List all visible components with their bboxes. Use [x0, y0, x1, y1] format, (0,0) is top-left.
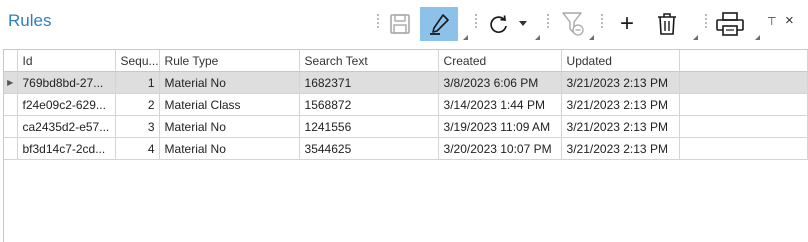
refresh-dropdown-corner[interactable]: [535, 35, 540, 40]
save-icon: [390, 14, 410, 34]
edit-button[interactable]: [420, 7, 458, 41]
cell-id[interactable]: 769bd8bd-27...: [17, 71, 116, 94]
filter-clear-button[interactable]: [558, 7, 588, 41]
delete-dropdown-corner[interactable]: [693, 35, 698, 40]
cell-search-text[interactable]: 1568872: [299, 93, 439, 116]
toolbar-separator: [601, 14, 603, 28]
pencil-edit-icon: [430, 14, 449, 35]
table-header-row: Id Sequ... Rule Type Search Text Created…: [4, 50, 808, 72]
cell-created[interactable]: 3/20/2023 10:07 PM: [438, 137, 562, 160]
cell-created[interactable]: 3/14/2023 1:44 PM: [438, 93, 562, 116]
pin-button[interactable]: ⊤: [767, 15, 777, 28]
cell-filler: [679, 115, 808, 138]
toolbar-separator: [377, 14, 379, 28]
column-header-rule-type[interactable]: Rule Type: [159, 50, 300, 72]
column-header-sequence[interactable]: Sequ...: [115, 50, 160, 72]
add-button[interactable]: +: [614, 7, 640, 41]
cell-search-text[interactable]: 1241556: [299, 115, 439, 138]
filter-dropdown-corner[interactable]: [589, 35, 594, 40]
cell-updated[interactable]: 3/21/2023 2:13 PM: [561, 115, 680, 138]
cell-filler: [679, 93, 808, 116]
print-dropdown-corner[interactable]: [755, 35, 760, 40]
cell-id[interactable]: bf3d14c7-2cd...: [17, 137, 116, 160]
refresh-dropdown[interactable]: [516, 7, 530, 41]
cell-search-text[interactable]: 1682371: [299, 71, 439, 94]
row-indicator-icon[interactable]: ▶: [4, 71, 18, 94]
toolbar-separator: [705, 14, 707, 28]
refresh-icon: [490, 15, 507, 33]
cell-updated[interactable]: 3/21/2023 2:13 PM: [561, 71, 680, 94]
row-header[interactable]: [4, 137, 18, 160]
cell-rule-type[interactable]: Material No: [159, 115, 300, 138]
column-header-created[interactable]: Created: [438, 50, 562, 72]
cell-created[interactable]: 3/8/2023 6:06 PM: [438, 71, 562, 94]
print-button[interactable]: [712, 7, 748, 41]
edit-dropdown-corner[interactable]: [463, 35, 468, 40]
panel-title: Rules: [8, 11, 52, 30]
refresh-button[interactable]: [484, 7, 514, 41]
column-header-search-text[interactable]: Search Text: [299, 50, 439, 72]
cell-id[interactable]: f24e09c2-629...: [17, 93, 116, 116]
close-button[interactable]: ×: [785, 12, 794, 29]
trash-icon: [658, 13, 676, 35]
rules-grid[interactable]: Id Sequ... Rule Type Search Text Created…: [3, 49, 808, 242]
save-button[interactable]: [384, 7, 416, 41]
panel-header: Rules + ⊤ ×: [0, 0, 808, 46]
table-row[interactable]: bf3d14c7-2cd... 4 Material No 3544625 3/…: [4, 137, 808, 160]
cell-sequence[interactable]: 4: [115, 137, 160, 160]
cell-sequence[interactable]: 2: [115, 93, 160, 116]
cell-created[interactable]: 3/19/2023 11:09 AM: [438, 115, 562, 138]
cell-filler: [679, 71, 808, 94]
toolbar-separator: [475, 14, 477, 28]
row-header-corner: [4, 50, 18, 72]
toolbar-separator: [547, 14, 549, 28]
cell-rule-type[interactable]: Material No: [159, 137, 300, 160]
table-row[interactable]: ▶ 769bd8bd-27... 1 Material No 1682371 3…: [4, 71, 808, 94]
column-header-filler: [679, 50, 808, 72]
table-row[interactable]: ca2435d2-e57... 3 Material No 1241556 3/…: [4, 115, 808, 138]
cell-filler: [679, 137, 808, 160]
printer-icon: [716, 12, 744, 36]
column-header-id[interactable]: Id: [17, 50, 116, 72]
cell-updated[interactable]: 3/21/2023 2:13 PM: [561, 93, 680, 116]
cell-search-text[interactable]: 3544625: [299, 137, 439, 160]
chevron-down-icon: [519, 21, 527, 26]
rules-table: Id Sequ... Rule Type Search Text Created…: [4, 50, 808, 160]
cell-sequence[interactable]: 1: [115, 71, 160, 94]
delete-button[interactable]: [652, 7, 682, 41]
table-row[interactable]: f24e09c2-629... 2 Material Class 1568872…: [4, 93, 808, 116]
cell-sequence[interactable]: 3: [115, 115, 160, 138]
cell-rule-type[interactable]: Material Class: [159, 93, 300, 116]
row-header[interactable]: [4, 115, 18, 138]
filter-clear-icon: [562, 12, 584, 36]
column-header-updated[interactable]: Updated: [561, 50, 680, 72]
cell-id[interactable]: ca2435d2-e57...: [17, 115, 116, 138]
cell-updated[interactable]: 3/21/2023 2:13 PM: [561, 137, 680, 160]
row-header[interactable]: [4, 93, 18, 116]
cell-rule-type[interactable]: Material No: [159, 71, 300, 94]
